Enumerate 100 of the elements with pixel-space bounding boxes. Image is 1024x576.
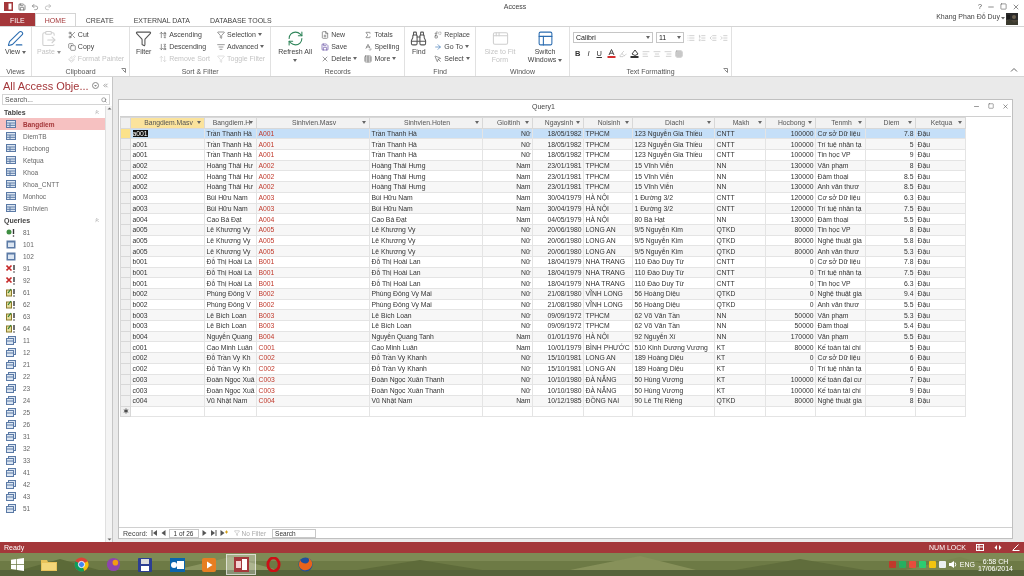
indent-icon[interactable]	[720, 33, 728, 42]
new-record-icon[interactable]	[219, 530, 228, 536]
highlighter-icon[interactable]	[618, 49, 627, 58]
restore-icon[interactable]	[1000, 3, 1007, 10]
funnel-icon	[217, 54, 225, 63]
query-icon	[6, 395, 16, 405]
align-left-icon[interactable]	[641, 49, 650, 58]
row-selector[interactable]	[120, 406, 131, 417]
query-icon	[6, 299, 16, 309]
clipboard-icon	[40, 30, 58, 47]
font-color-icon[interactable]	[606, 49, 616, 58]
navigation-pane-title[interactable]: All Access Obje...	[3, 79, 89, 92]
scroll-up-icon[interactable]	[106, 106, 112, 111]
windows-logo-icon	[10, 558, 24, 571]
dropdown-caret-icon[interactable]	[707, 121, 711, 124]
first-record-icon[interactable]	[150, 530, 158, 536]
table-icon	[6, 168, 16, 176]
query-icon	[6, 455, 16, 465]
close-icon[interactable]	[1012, 2, 1020, 11]
dropdown-caret-icon[interactable]	[908, 121, 912, 124]
scrollbar[interactable]	[105, 106, 112, 542]
dropdown-caret-icon[interactable]	[249, 121, 253, 124]
pencil-icon	[7, 30, 24, 47]
next-record-icon[interactable]	[201, 530, 207, 536]
collapse-pane-icon[interactable]	[102, 82, 109, 89]
outdent-icon[interactable]	[709, 33, 717, 42]
align-right-icon[interactable]	[663, 49, 672, 58]
close-icon[interactable]	[1002, 102, 1009, 110]
query-icon	[6, 323, 16, 333]
table-icon	[6, 156, 16, 164]
datasheet-view-icon[interactable]	[976, 544, 984, 551]
query-icon	[6, 311, 16, 321]
sort-ascending-icon	[159, 30, 168, 39]
dropdown-caret-icon[interactable]	[576, 121, 580, 124]
binoculars-icon	[410, 30, 428, 47]
dropdown-caret-icon[interactable]	[362, 121, 366, 124]
dropdown-circle-icon[interactable]	[92, 82, 99, 89]
copy-icon	[67, 42, 76, 51]
globe-icon	[73, 557, 89, 572]
search-icon	[101, 96, 107, 103]
sql-view-icon[interactable]	[994, 544, 1002, 551]
numbered-list-icon[interactable]	[698, 33, 706, 42]
query-icon	[6, 371, 16, 381]
query-icon	[6, 419, 16, 429]
dropdown-caret-icon[interactable]	[958, 121, 962, 124]
pointer-icon	[434, 54, 443, 63]
dropdown-caret-icon[interactable]	[808, 121, 812, 124]
query-icon	[6, 263, 16, 273]
file-plus-icon	[321, 30, 330, 39]
speaker-icon[interactable]	[948, 561, 957, 568]
funnel-icon	[135, 30, 153, 47]
query-icon	[6, 239, 16, 249]
windows-icon	[536, 30, 554, 47]
funnel-icon	[233, 530, 240, 536]
taskbar-button[interactable]	[226, 554, 256, 575]
collapse-section-icon	[94, 217, 100, 223]
save-icon	[321, 42, 330, 51]
design-view-icon[interactable]	[1012, 544, 1020, 551]
dropdown-caret-icon[interactable]	[475, 121, 479, 124]
arrows-icon	[159, 54, 168, 63]
query-icon	[6, 251, 16, 261]
query-icon	[6, 491, 16, 501]
refresh-icon	[286, 30, 304, 47]
query-icon	[6, 347, 16, 357]
save-icon[interactable]	[18, 2, 26, 11]
gridlines-icon[interactable]	[674, 49, 683, 58]
dropdown-caret-icon[interactable]	[525, 121, 529, 124]
dropdown-caret-icon[interactable]	[625, 121, 629, 124]
dialog-launcher-icon[interactable]	[121, 68, 127, 73]
sigma-icon	[364, 30, 373, 39]
fill-color-icon[interactable]	[629, 49, 639, 58]
arrow-right-icon	[434, 42, 443, 51]
dropdown-caret-icon[interactable]	[858, 121, 862, 124]
new-record-icon	[122, 408, 129, 415]
query-icon	[6, 227, 16, 237]
align-center-icon[interactable]	[652, 49, 661, 58]
window-icon	[491, 30, 509, 47]
last-record-icon[interactable]	[209, 530, 217, 536]
table-icon	[6, 120, 16, 128]
restore-icon[interactable]	[988, 103, 994, 109]
dropdown-caret-icon[interactable]	[758, 121, 762, 124]
collapse-ribbon-icon[interactable]	[1010, 66, 1018, 74]
fox-icon	[297, 557, 313, 572]
query-icon	[6, 443, 16, 453]
dropdown-caret-icon[interactable]	[197, 121, 201, 124]
table-icon	[6, 204, 16, 212]
filter-list-icon	[217, 42, 225, 51]
table-icon	[6, 144, 16, 152]
funnel-icon	[217, 30, 225, 39]
previous-record-icon[interactable]	[160, 530, 166, 536]
collapse-section-icon	[94, 109, 100, 115]
undo-icon[interactable]	[31, 2, 39, 11]
circle-icon	[105, 557, 121, 572]
query-icon	[6, 383, 16, 393]
redo-icon[interactable]	[44, 2, 52, 11]
dialog-launcher-icon[interactable]	[723, 68, 728, 73]
query-icon	[6, 467, 16, 477]
bullet-list-icon[interactable]	[687, 33, 695, 42]
table-icon	[6, 132, 16, 140]
ring-icon	[265, 557, 281, 572]
